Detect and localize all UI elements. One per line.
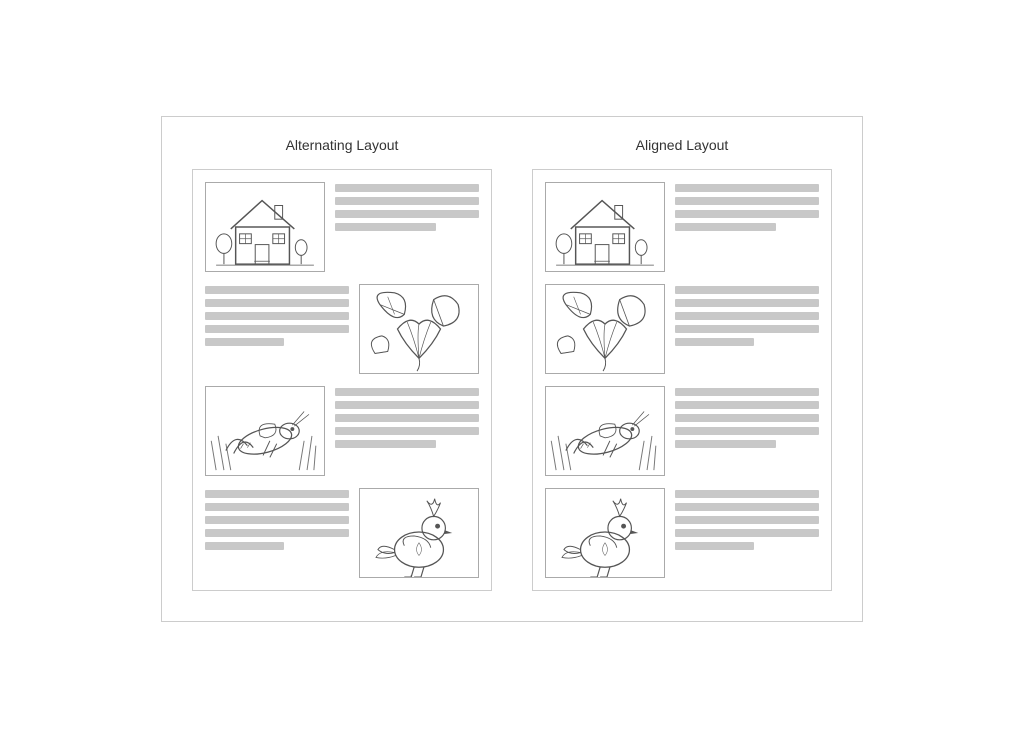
align-row-4-text [675,488,819,550]
grasshopper-image-aligned [545,386,665,476]
alternating-section: Alternating Layout [192,137,492,591]
leaves-image-aligned [545,284,665,374]
text-line [335,223,436,231]
alt-row-1-text [335,182,479,231]
text-line [675,388,819,396]
alt-row-4 [205,488,479,578]
aligned-panel [532,169,832,591]
align-row-2-text [675,284,819,346]
text-line [675,184,819,192]
alternating-title: Alternating Layout [192,137,492,153]
text-line [335,401,479,409]
text-line [675,542,754,550]
house-image-alt [205,182,325,272]
house-image-aligned [545,182,665,272]
text-line [335,414,479,422]
text-line [675,414,819,422]
alternating-panel [192,169,492,591]
text-line [205,325,349,333]
comparison-container: Alternating Layout [161,116,863,622]
alt-row-4-text [205,488,349,550]
text-line [675,338,754,346]
align-row-3-text [675,386,819,448]
text-line [335,440,436,448]
alt-row-1 [205,182,479,272]
text-line [675,286,819,294]
text-line [335,388,479,396]
align-row-1 [545,182,819,272]
text-line [205,490,349,498]
align-row-4 [545,488,819,578]
text-line [675,529,819,537]
text-line [335,184,479,192]
quail-image-aligned [545,488,665,578]
text-line [675,503,819,511]
text-line [675,197,819,205]
alt-row-2-text [205,284,349,346]
text-line [205,286,349,294]
text-line [675,427,819,435]
alt-row-3 [205,386,479,476]
text-line [205,516,349,524]
text-line [675,325,819,333]
text-line [205,503,349,511]
text-line [675,401,819,409]
quail-image-alt [359,488,479,578]
text-line [675,440,776,448]
align-row-1-text [675,182,819,231]
text-line [675,210,819,218]
text-line [205,338,284,346]
alt-row-2 [205,284,479,374]
alt-row-3-text [335,386,479,448]
leaves-image-alt [359,284,479,374]
text-line [205,542,284,550]
text-line [205,299,349,307]
text-line [335,427,479,435]
text-line [335,210,479,218]
grasshopper-image-alt [205,386,325,476]
text-line [205,312,349,320]
text-line [675,299,819,307]
aligned-section: Aligned Layout [532,137,832,591]
text-line [675,312,819,320]
text-line [675,223,776,231]
text-line [205,529,349,537]
text-line [335,197,479,205]
align-row-2 [545,284,819,374]
align-row-3 [545,386,819,476]
text-line [675,490,819,498]
text-line [675,516,819,524]
aligned-title: Aligned Layout [532,137,832,153]
